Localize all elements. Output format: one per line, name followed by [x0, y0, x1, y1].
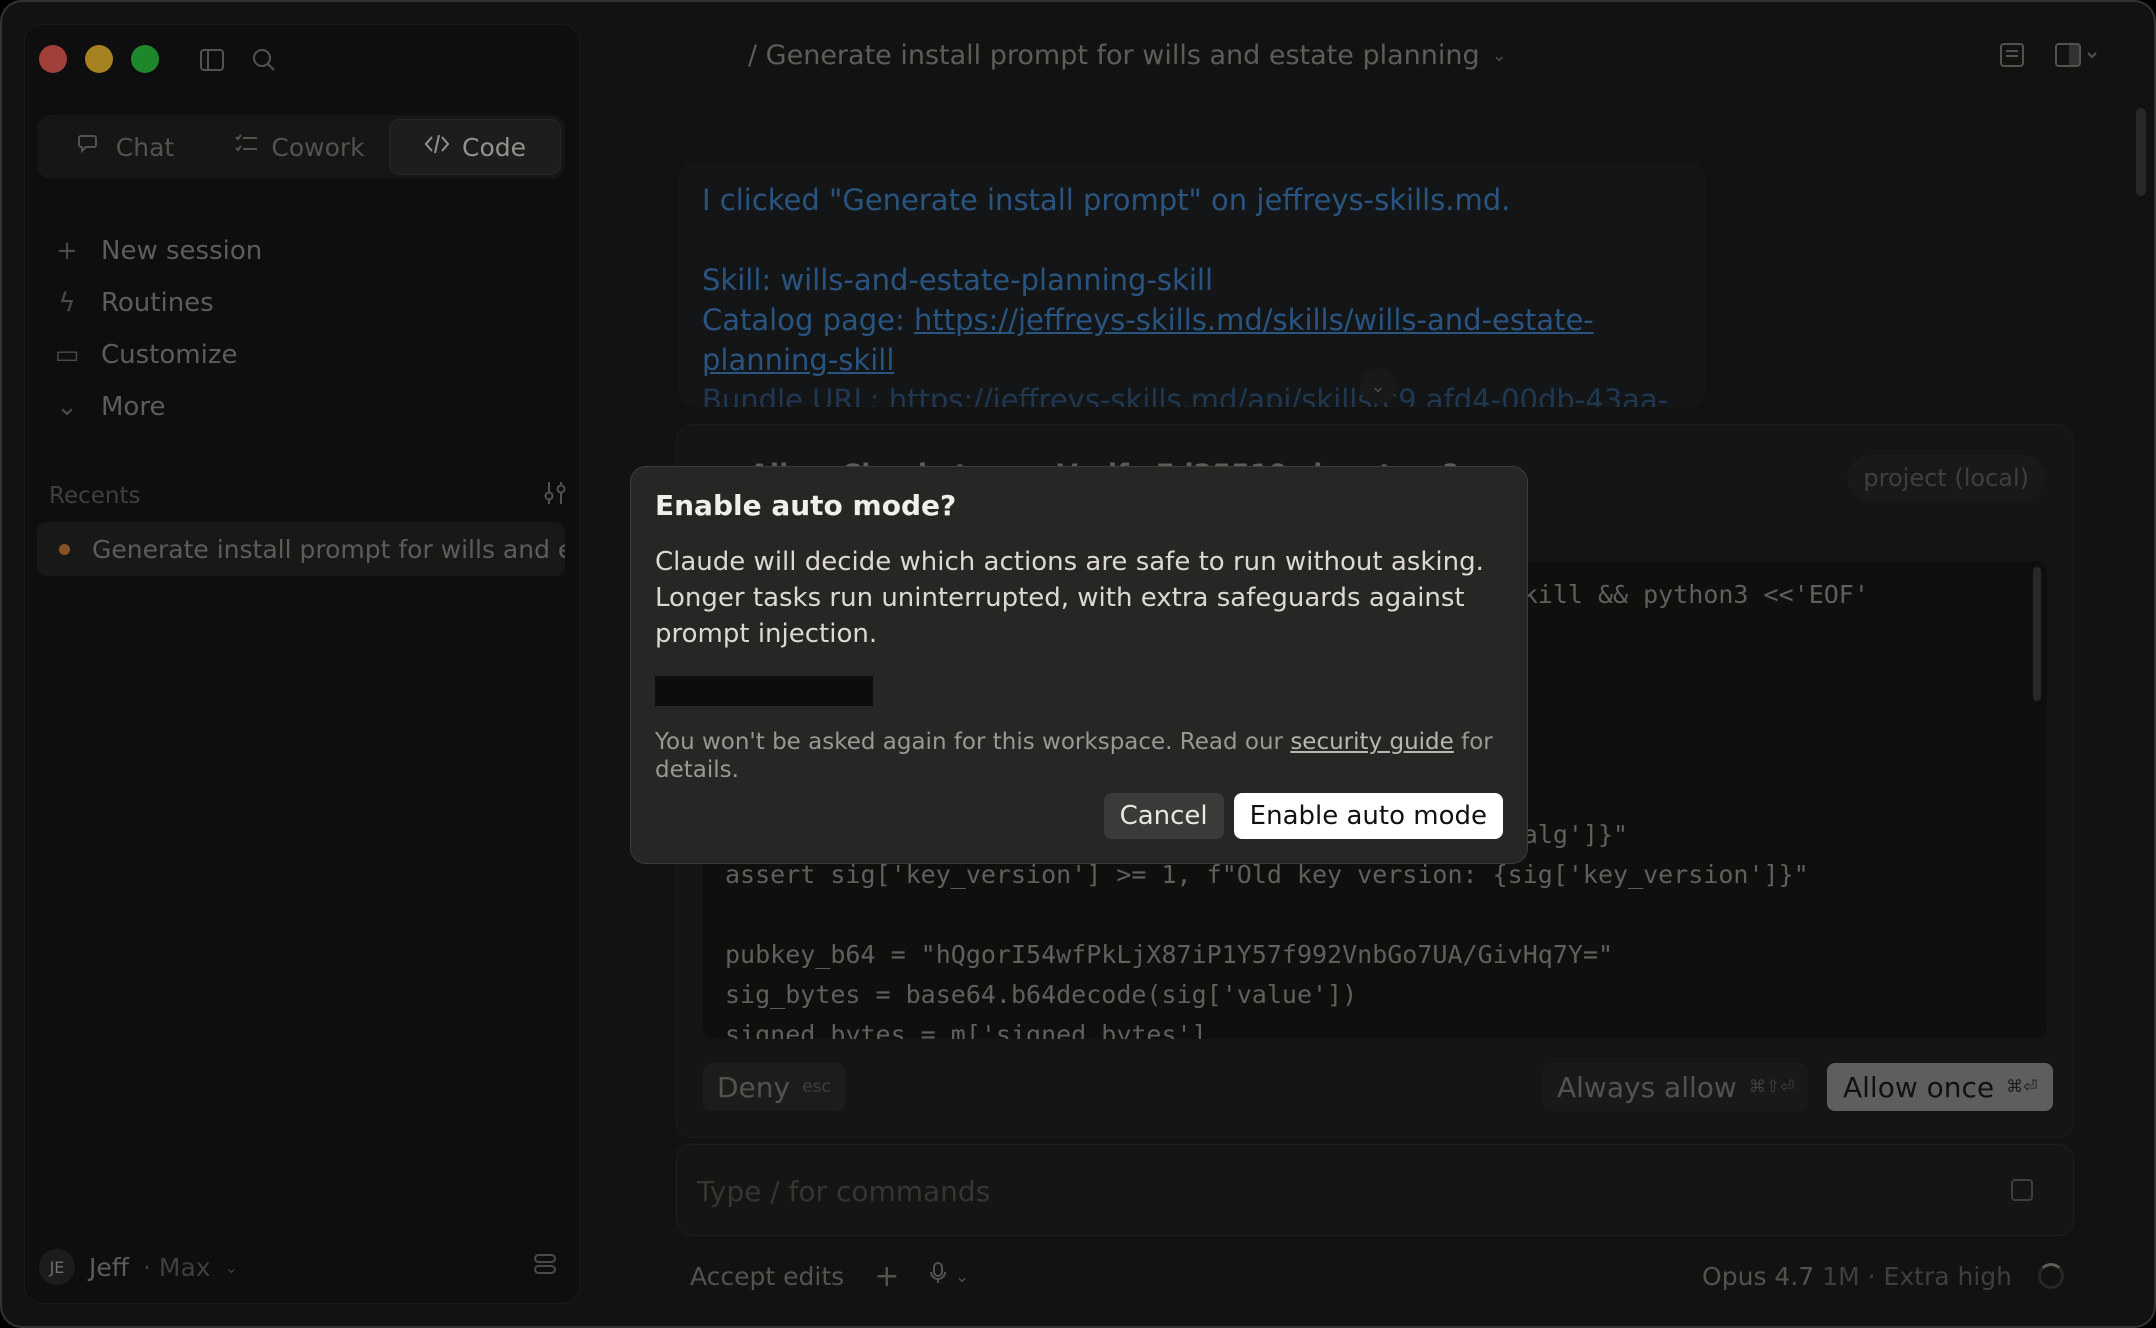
dialog-actions: Cancel Enable auto mode: [1103, 793, 1503, 839]
redacted-block: [655, 676, 873, 706]
enable-auto-mode-dialog: Enable auto mode? Claude will decide whi…: [630, 466, 1528, 864]
dialog-description: Claude will decide which actions are saf…: [655, 547, 1484, 649]
note-prefix: You won't be asked again for this worksp…: [655, 729, 1291, 755]
security-guide-link[interactable]: security guide: [1290, 729, 1453, 755]
app-window: Chat Cowork Code + New session ϟ Routine…: [0, 0, 2156, 1328]
dialog-note: You won't be asked again for this worksp…: [655, 728, 1515, 784]
dialog-title: Enable auto mode?: [655, 489, 957, 522]
cancel-button[interactable]: Cancel: [1103, 793, 1224, 839]
enable-auto-mode-button[interactable]: Enable auto mode: [1233, 793, 1503, 839]
